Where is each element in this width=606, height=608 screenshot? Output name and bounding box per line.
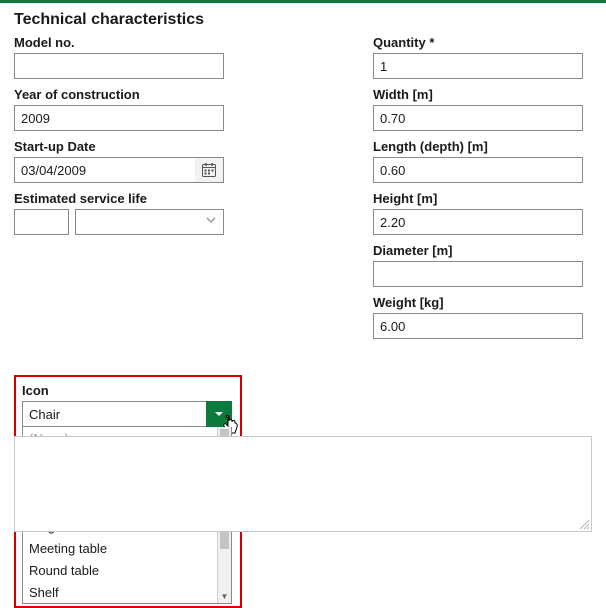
width-input[interactable]: 0.70 — [373, 105, 583, 131]
icon-combo-input[interactable]: Chair — [22, 401, 232, 427]
icon-combo-toggle[interactable] — [206, 401, 232, 427]
model-no-input[interactable] — [14, 53, 224, 79]
section-divider — [0, 0, 606, 3]
width-label: Width [m] — [373, 87, 592, 102]
esl-number-input[interactable] — [14, 209, 69, 235]
right-column: Quantity * 1 Width [m] 0.70 Length (dept… — [373, 35, 592, 347]
height-label: Height [m] — [373, 191, 592, 206]
length-input[interactable]: 0.60 — [373, 157, 583, 183]
section-title: Technical characteristics — [0, 11, 606, 35]
chevron-down-icon — [205, 214, 217, 229]
chevron-down-icon[interactable]: ▼ — [218, 592, 231, 601]
quantity-label: Quantity * — [373, 35, 592, 50]
startup-date-input[interactable]: 03/04/2009 — [14, 157, 224, 183]
weight-input[interactable]: 6.00 — [373, 313, 583, 339]
height-input[interactable]: 2.20 — [373, 209, 583, 235]
esl-label: Estimated service life — [14, 191, 233, 206]
resize-handle-icon[interactable] — [578, 518, 590, 530]
weight-label: Weight [kg] — [373, 295, 592, 310]
dropdown-option[interactable]: Shelf — [23, 581, 231, 603]
diameter-input[interactable] — [373, 261, 583, 287]
icon-label: Icon — [22, 383, 234, 398]
length-label: Length (depth) [m] — [373, 139, 592, 154]
diameter-label: Diameter [m] — [373, 243, 592, 258]
year-label: Year of construction — [14, 87, 233, 102]
startup-date-label: Start-up Date — [14, 139, 233, 154]
esl-unit-select[interactable] — [75, 209, 224, 235]
notes-textarea[interactable] — [14, 436, 592, 532]
left-column: Model no. Year of construction 2009 Star… — [14, 35, 233, 347]
dropdown-option[interactable]: Round table — [23, 559, 231, 581]
dropdown-option[interactable]: Meeting table — [23, 537, 231, 559]
model-no-label: Model no. — [14, 35, 233, 50]
calendar-icon[interactable] — [195, 158, 223, 182]
quantity-input[interactable]: 1 — [373, 53, 583, 79]
year-input[interactable]: 2009 — [14, 105, 224, 131]
